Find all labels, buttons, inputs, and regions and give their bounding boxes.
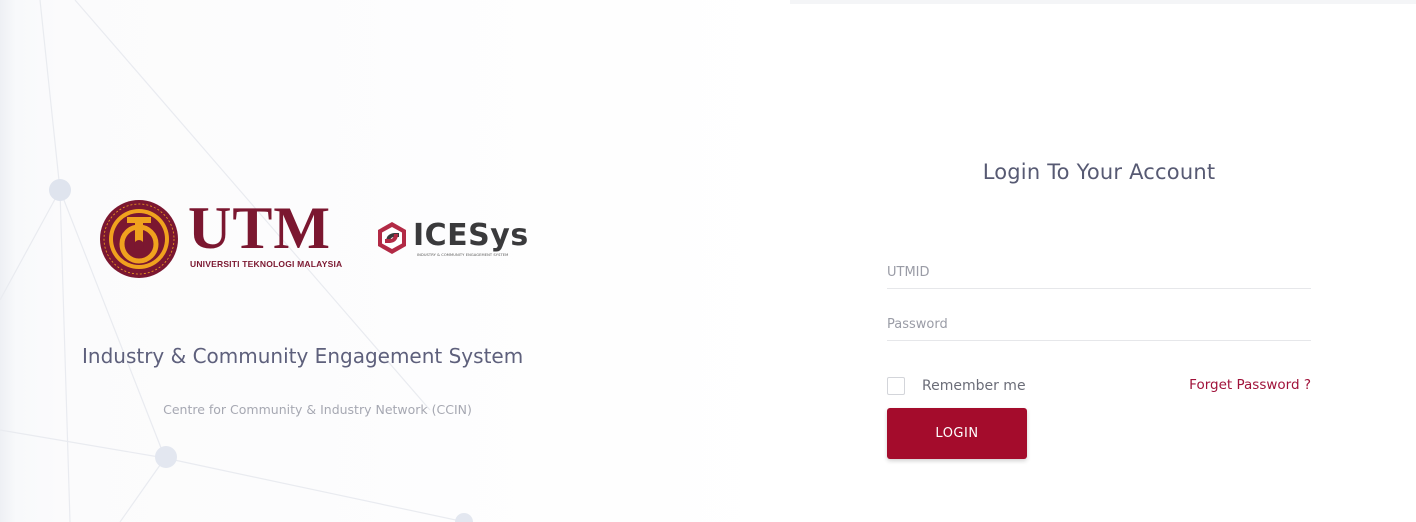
network-node (155, 446, 177, 468)
password-input[interactable] (887, 308, 1311, 341)
icesys-tagline: INDUSTRY & COMMUNITY ENGAGEMENT SYSTEM (417, 253, 509, 257)
network-node (49, 179, 71, 201)
login-heading: Login To Your Account (982, 160, 1216, 184)
login-button[interactable]: LOGIN (887, 408, 1027, 459)
icesys-logo: ICESys INDUSTRY & COMMUNITY ENGAGEMENT S… (374, 218, 549, 262)
network-node (455, 513, 473, 522)
university-name: UNIVERSITI TEKNOLOGI MALAYSIA (190, 259, 343, 269)
centre-name: Centre for Community & Industry Network … (163, 402, 472, 417)
logo-row: UTM UNIVERSITI TEKNOLOGI MALAYSIA ICESys… (99, 195, 549, 281)
login-page: UTM UNIVERSITI TEKNOLOGI MALAYSIA ICESys… (0, 0, 1416, 522)
utm-crest-logo-icon (100, 200, 178, 278)
icesys-wordmark: ICESys (413, 218, 529, 253)
login-form: Login To Your Account Remember me Forget… (887, 150, 1311, 470)
utm-wordmark: UTM UNIVERSITI TEKNOLOGI MALAYSIA (188, 195, 358, 277)
utm-letters: UTM (188, 195, 331, 261)
forget-password-link[interactable]: Forget Password ? (1189, 377, 1311, 393)
remember-me[interactable]: Remember me (887, 375, 1026, 397)
system-title: Industry & Community Engagement System (82, 344, 524, 368)
remember-me-checkbox[interactable] (887, 377, 905, 395)
utmid-input[interactable] (887, 256, 1311, 289)
remember-me-label: Remember me (922, 378, 1026, 394)
icesys-logo-icon (378, 222, 406, 254)
